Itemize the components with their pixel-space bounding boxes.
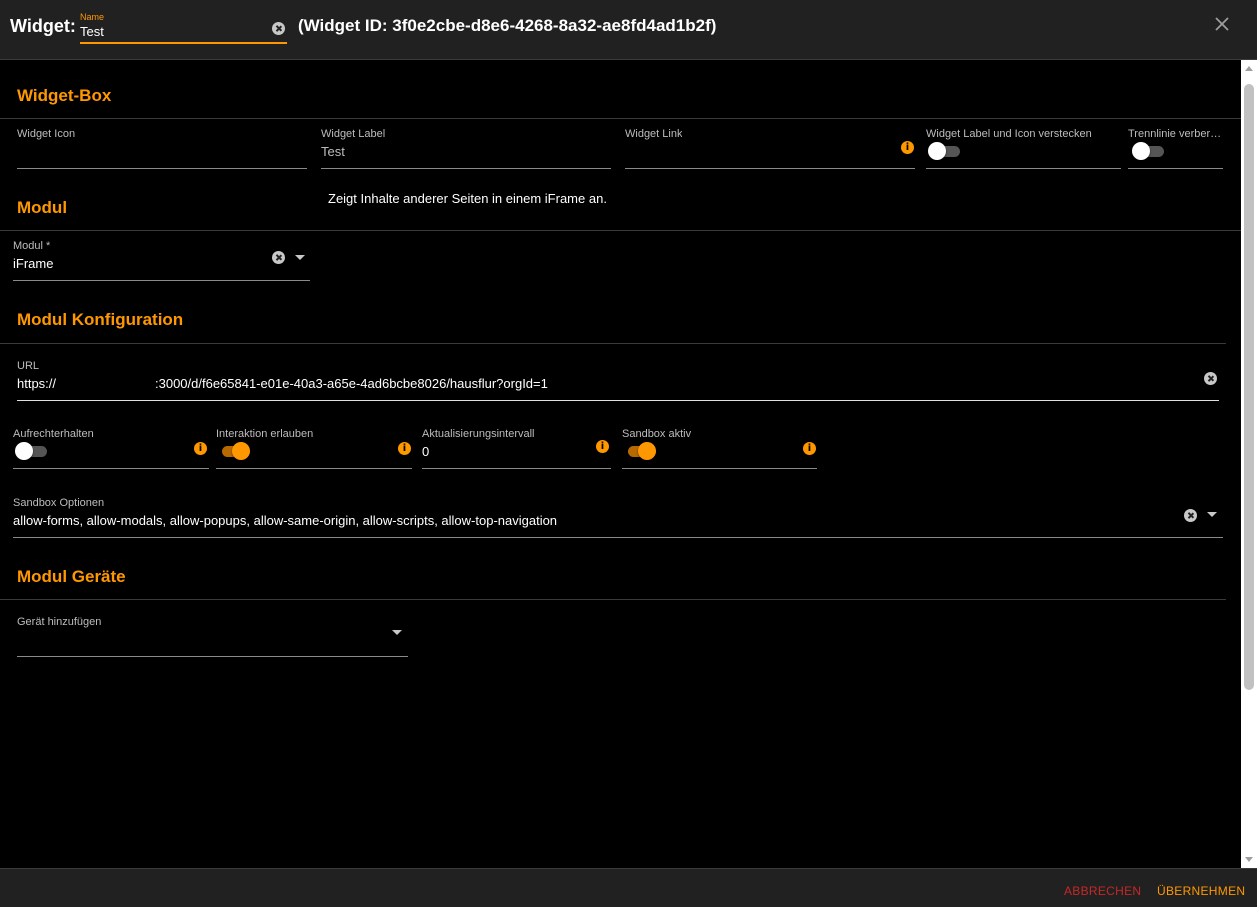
info-icon[interactable]: i: [803, 442, 816, 455]
section-modul: Modul: [17, 198, 68, 217]
info-icon[interactable]: i: [596, 440, 609, 453]
keep-alive-label: Aufrechterhalten: [13, 428, 94, 440]
url-clear-icon[interactable]: [1204, 372, 1217, 385]
allow-interaction-toggle[interactable]: [218, 442, 250, 460]
info-icon[interactable]: i: [398, 442, 411, 455]
sandbox-active-field: Sandbox aktiv i: [622, 428, 817, 469]
refresh-interval-label: Aktualisierungsintervall: [422, 428, 535, 440]
dialog-header: Widget: Name Test (Widget ID: 3f0e2cbe-d…: [0, 0, 1257, 60]
dialog-content: Widget-Box Widget Icon Widget Label Test…: [0, 60, 1241, 868]
name-input-value[interactable]: Test: [80, 24, 104, 39]
widget-link-label: Widget Link: [625, 128, 683, 140]
scroll-up-icon[interactable]: [1245, 66, 1253, 71]
dialog-title: Widget:: [10, 16, 76, 36]
add-device-label: Gerät hinzufügen: [17, 616, 102, 628]
refresh-interval-value[interactable]: 0: [422, 444, 429, 459]
widget-icon-field[interactable]: Widget Icon: [17, 128, 307, 169]
widget-label-value[interactable]: Test: [321, 144, 345, 159]
section-modul-geraete: Modul Geräte: [17, 567, 126, 586]
divider: [0, 343, 1226, 344]
scrollbar-thumb[interactable]: [1244, 84, 1254, 690]
close-icon[interactable]: [1212, 14, 1232, 34]
info-icon[interactable]: i: [901, 141, 914, 154]
chevron-down-icon[interactable]: [295, 255, 305, 260]
name-input-label: Name: [80, 12, 105, 22]
name-input[interactable]: Name Test: [80, 10, 287, 44]
keep-alive-toggle[interactable]: [15, 442, 47, 460]
scroll-down-icon[interactable]: [1245, 857, 1253, 862]
info-icon[interactable]: i: [194, 442, 207, 455]
sandbox-options-select[interactable]: Sandbox Optionen allow-forms, allow-moda…: [13, 497, 1223, 538]
url-label: URL: [17, 360, 40, 372]
name-clear-icon[interactable]: [272, 22, 285, 35]
divider-toggle[interactable]: [1132, 142, 1164, 160]
cancel-button[interactable]: ABBRECHEN: [1064, 884, 1141, 898]
divider: [0, 230, 1241, 231]
divider: [0, 118, 1241, 119]
divider-toggle-label: Trennlinie verber…: [1128, 128, 1222, 140]
hide-label-icon-label: Widget Label und Icon verstecken: [926, 128, 1092, 140]
hide-label-icon-toggle-field: Widget Label und Icon verstecken: [926, 128, 1121, 169]
allow-interaction-label: Interaktion erlauben: [216, 428, 314, 440]
url-value[interactable]: :3000/d/f6e65841-e01e-40a3-a65e-4ad6bcbe…: [155, 376, 548, 391]
widget-link-field[interactable]: Widget Link i: [625, 128, 915, 169]
section-widget-box: Widget-Box: [17, 86, 112, 105]
sandbox-options-clear-icon[interactable]: [1184, 509, 1197, 522]
widget-icon-label: Widget Icon: [17, 128, 76, 140]
section-modul-konfiguration: Modul Konfiguration: [17, 310, 184, 329]
modul-select-value[interactable]: iFrame: [13, 256, 53, 271]
refresh-interval-field[interactable]: Aktualisierungsintervall 0 i: [422, 428, 611, 469]
sandbox-options-value[interactable]: allow-forms, allow-modals, allow-popups,…: [13, 513, 557, 528]
widget-id: (Widget ID: 3f0e2cbe-d8e6-4268-8a32-ae8f…: [298, 16, 717, 35]
modul-description: Zeigt Inhalte anderer Seiten in einem iF…: [328, 191, 607, 206]
url-field[interactable]: URL https:// :3000/d/f6e65841-e01e-40a3-…: [17, 360, 1219, 401]
url-prefix[interactable]: https://: [17, 376, 56, 391]
chevron-down-icon[interactable]: [1207, 512, 1217, 517]
chevron-down-icon[interactable]: [392, 630, 402, 635]
keep-alive-field: Aufrechterhalten i: [13, 428, 209, 469]
widget-label-label: Widget Label: [321, 128, 386, 140]
modul-select-label: Modul *: [13, 240, 51, 252]
apply-button[interactable]: ÜBERNEHMEN: [1157, 884, 1245, 898]
sandbox-active-toggle[interactable]: [624, 442, 656, 460]
modul-select[interactable]: Modul * iFrame: [13, 240, 310, 281]
modul-clear-icon[interactable]: [272, 251, 285, 264]
allow-interaction-field: Interaktion erlauben i: [216, 428, 412, 469]
dialog-footer: ABBRECHEN ÜBERNEHMEN: [0, 868, 1257, 907]
add-device-select[interactable]: Gerät hinzufügen: [17, 616, 408, 657]
widget-label-field[interactable]: Widget Label Test: [321, 128, 611, 169]
sandbox-options-label: Sandbox Optionen: [13, 497, 105, 509]
scrollbar[interactable]: [1241, 60, 1257, 868]
divider: [0, 599, 1226, 600]
sandbox-active-label: Sandbox aktiv: [622, 428, 692, 440]
divider-toggle-field: Trennlinie verber…: [1128, 128, 1223, 169]
hide-label-icon-toggle[interactable]: [928, 142, 960, 160]
